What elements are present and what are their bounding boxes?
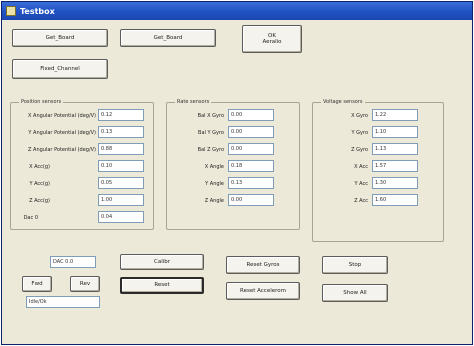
row-label: X Acc(g)	[29, 164, 50, 170]
row-label: Z Gyro	[351, 147, 368, 153]
value-field[interactable]: 1.10	[372, 126, 418, 138]
value-field[interactable]: 0.00	[228, 109, 274, 121]
value-field[interactable]: 1.22	[372, 109, 418, 121]
voltage-group-title: Voltage sensors	[321, 99, 365, 105]
fwd-button[interactable]: Fwd	[22, 276, 52, 292]
title-bar[interactable]: Testbox	[2, 2, 472, 20]
ok-button[interactable]: OK Aeralio	[242, 25, 302, 53]
show-all-button[interactable]: Show All	[322, 284, 388, 302]
calibrate-button[interactable]: Calibr	[120, 254, 204, 270]
reset-gyros-button[interactable]: Reset Gyros	[226, 256, 300, 274]
value-field[interactable]: 0.00	[228, 194, 274, 206]
value-field[interactable]: 1.57	[372, 160, 418, 172]
row-label: X Acc	[354, 164, 368, 170]
fixed-channel-button[interactable]: Fixed_Channel	[12, 59, 108, 79]
row-label: Z Acc(g)	[29, 198, 50, 204]
row-label: X Angle	[204, 164, 224, 170]
row-label: X Angular Potential (deg/V)	[28, 113, 96, 119]
value-field[interactable]: 0.13	[98, 126, 144, 138]
row-label: Dac 0	[23, 215, 38, 221]
get-board-button-2[interactable]: Get_Board	[120, 29, 216, 47]
row-label: Bal Y Gyro	[198, 130, 224, 136]
row-label: Z Angular Potential (deg/V)	[28, 147, 96, 153]
row-label: Y Acc(g)	[29, 181, 50, 187]
value-field[interactable]: 1.00	[98, 194, 144, 206]
reset-accelerometer-button[interactable]: Reset Accelerom	[226, 282, 300, 300]
row-label: Y Angle	[205, 181, 224, 187]
value-field[interactable]: 0.88	[98, 143, 144, 155]
value-field[interactable]: 0.13	[228, 177, 274, 189]
value-field[interactable]: 1.30	[372, 177, 418, 189]
app-window: Testbox Get_Board Get_Board OK Aeralio F…	[1, 1, 473, 345]
value-field[interactable]: 0.05	[98, 177, 144, 189]
get-board-button[interactable]: Get_Board	[12, 29, 108, 47]
window-title: Testbox	[20, 6, 55, 16]
stop-button[interactable]: Stop	[322, 256, 388, 274]
ok-button-sublabel: Aeralio	[262, 39, 282, 45]
value-field[interactable]: 0.04	[98, 211, 144, 223]
value-field[interactable]: 0.18	[228, 160, 274, 172]
row-label: Bal X Gyro	[197, 113, 224, 119]
value-field[interactable]: 0.00	[228, 143, 274, 155]
value-field[interactable]: 0.10	[98, 160, 144, 172]
status-field[interactable]: Idle/Ok	[26, 296, 100, 308]
row-label: Y Angular Potential (deg/V)	[28, 130, 96, 136]
rate-group-title: Rate sensors	[175, 99, 212, 105]
reset-button[interactable]: Reset	[120, 277, 204, 294]
row-label: Z Angle	[204, 198, 224, 204]
row-label: Y Acc	[354, 181, 368, 187]
value-field[interactable]: 0.00	[228, 126, 274, 138]
rev-button[interactable]: Rev	[70, 276, 100, 292]
value-field[interactable]: 1.60	[372, 194, 418, 206]
position-group-title: Position sensors	[19, 99, 64, 105]
value-field[interactable]: 1.13	[372, 143, 418, 155]
app-icon	[6, 6, 16, 16]
dac-field[interactable]: DAC 0.0	[50, 256, 96, 268]
row-label: Z Acc	[354, 198, 368, 204]
row-label: X Gyro	[351, 113, 368, 119]
value-field[interactable]: 0.12	[98, 109, 144, 121]
voltage-sensors-group: Voltage sensors	[312, 99, 444, 242]
row-label: Bal Z Gyro	[197, 147, 224, 153]
row-label: Y Gyro	[351, 130, 368, 136]
